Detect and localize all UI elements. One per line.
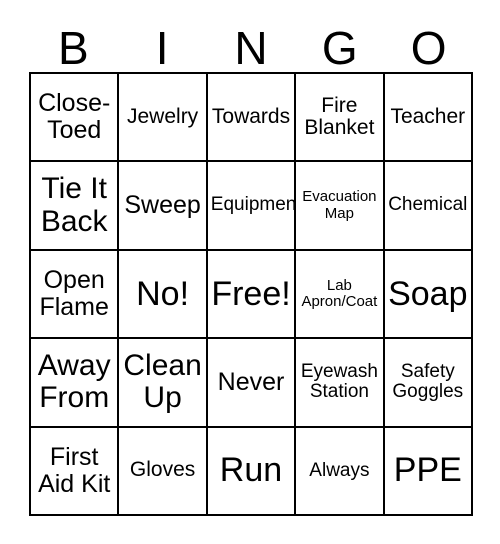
- bingo-cell-b1[interactable]: Close- Toed: [31, 74, 120, 163]
- header-letter-g: G: [321, 22, 358, 74]
- bingo-cell-i4[interactable]: Clean Up: [119, 339, 208, 428]
- bingo-cell-i1[interactable]: Jewelry: [119, 74, 208, 163]
- header-letter-b: B: [58, 22, 89, 74]
- bingo-cell-label: Open Flame: [39, 265, 109, 321]
- bingo-cell-g2[interactable]: Evacuation Map: [296, 162, 385, 251]
- bingo-cell-label: Safety Goggles: [392, 360, 464, 403]
- bingo-cell-label: Jewelry: [127, 104, 199, 128]
- bingo-cell-label: Evacuation Map: [302, 188, 377, 222]
- bingo-cell-g3[interactable]: Lab Apron/Coat: [296, 250, 385, 340]
- bingo-cell-o5[interactable]: PPE: [384, 427, 473, 516]
- header-letter-i: I: [155, 22, 169, 74]
- bingo-cell-label: Sweep: [124, 191, 201, 220]
- bingo-cell-label: Close- Toed: [38, 89, 111, 145]
- bingo-card: B I N G O Close- Toed Jewelry Towards Fi…: [0, 0, 500, 544]
- bingo-cell-label: Towards: [211, 104, 291, 128]
- bingo-cell-o1[interactable]: Teacher: [384, 74, 473, 163]
- bingo-cell-i3[interactable]: No!: [119, 250, 208, 340]
- bingo-cell-g4[interactable]: Eyewash Station: [296, 339, 385, 428]
- bingo-cell-b3[interactable]: Open Flame: [31, 250, 120, 340]
- bingo-cell-label: Clean Up: [123, 349, 202, 415]
- bingo-cell-label: Run: [219, 451, 283, 490]
- bingo-cell-free-space[interactable]: Free!: [207, 250, 297, 340]
- bingo-cell-n5[interactable]: Run: [207, 427, 297, 516]
- bingo-cell-label: Lab Apron/Coat: [301, 276, 378, 310]
- bingo-cell-g1[interactable]: Fire Blanket: [296, 74, 385, 163]
- header-letter-o: O: [410, 22, 447, 74]
- bingo-cell-label: Tie It Back: [40, 172, 108, 238]
- bingo-cell-g5[interactable]: Always: [296, 427, 385, 516]
- bingo-cell-label: Never: [217, 367, 285, 396]
- bingo-cell-label: Equipment: [210, 194, 297, 216]
- bingo-cell-o3[interactable]: Soap: [384, 250, 473, 340]
- bingo-cell-i2[interactable]: Sweep: [119, 162, 208, 251]
- bingo-cell-n2[interactable]: Equipment: [207, 162, 297, 251]
- bingo-cell-label: Away From: [37, 349, 111, 415]
- bingo-cell-label: Soap: [388, 274, 468, 313]
- bingo-cell-b5[interactable]: First Aid Kit: [31, 427, 120, 516]
- bingo-cell-i5[interactable]: Gloves: [119, 427, 208, 516]
- bingo-cell-label: PPE: [393, 451, 462, 490]
- bingo-cell-label: Chemical: [388, 194, 468, 216]
- bingo-cell-n4[interactable]: Never: [207, 339, 297, 428]
- bingo-cell-label: Fire Blanket: [304, 93, 375, 140]
- bingo-cell-label: Teacher: [390, 104, 466, 128]
- bingo-cell-label: No!: [136, 274, 190, 313]
- bingo-cell-o2[interactable]: Chemical: [384, 162, 473, 251]
- bingo-cell-label: Always: [309, 459, 370, 481]
- bingo-cell-n1[interactable]: Towards: [207, 74, 297, 163]
- bingo-cell-label: Gloves: [129, 458, 196, 482]
- bingo-cell-label: First Aid Kit: [38, 442, 111, 498]
- bingo-cell-label: Eyewash Station: [300, 360, 378, 403]
- bingo-cell-b4[interactable]: Away From: [31, 339, 120, 428]
- free-space-label: Free!: [211, 274, 291, 313]
- header-letter-n: N: [234, 22, 268, 74]
- bingo-cell-b2[interactable]: Tie It Back: [31, 162, 120, 251]
- bingo-cell-o4[interactable]: Safety Goggles: [384, 339, 473, 428]
- bingo-grid: Close- Toed Jewelry Towards Fire Blanket…: [29, 72, 473, 516]
- bingo-header: B I N G O: [29, 16, 473, 72]
